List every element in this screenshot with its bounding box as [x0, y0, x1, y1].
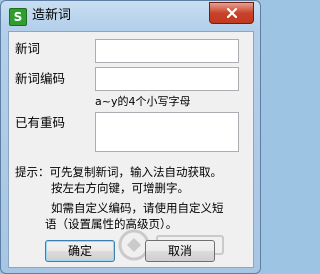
new-word-input[interactable]	[95, 39, 239, 63]
encoding-hint: a~y的4个小写字母	[95, 95, 191, 108]
ok-button[interactable]: 确定	[45, 240, 115, 262]
close-icon	[226, 7, 237, 19]
cancel-button[interactable]: 取消	[145, 240, 215, 262]
dialog-window: S 造新词 新词 新词编码 a~y的4个小写字母 已有重码 提示：可先复制新词，…	[0, 0, 261, 274]
encoding-input[interactable]	[95, 67, 239, 91]
existing-label: 已有重码	[15, 115, 66, 130]
encoding-label: 新词编码	[15, 71, 66, 86]
dialog-body: 新词 新词编码 a~y的4个小写字母 已有重码 提示：可先复制新词，输入法自动获…	[8, 31, 254, 268]
tip-line-3: 如需自定义编码，请使用自定义短	[51, 201, 224, 215]
sogou-app-icon: S	[9, 8, 27, 26]
tip-line-2: 按左右方向键，可增删字。	[51, 181, 189, 195]
new-word-label: 新词	[15, 41, 41, 56]
window-title: 造新词	[32, 8, 72, 23]
existing-codes-box	[95, 112, 239, 152]
title-bar[interactable]: S 造新词	[1, 1, 260, 31]
tip-line-1: 提示：可先复制新词，输入法自动获取。	[15, 165, 222, 179]
close-button[interactable]	[209, 2, 254, 24]
